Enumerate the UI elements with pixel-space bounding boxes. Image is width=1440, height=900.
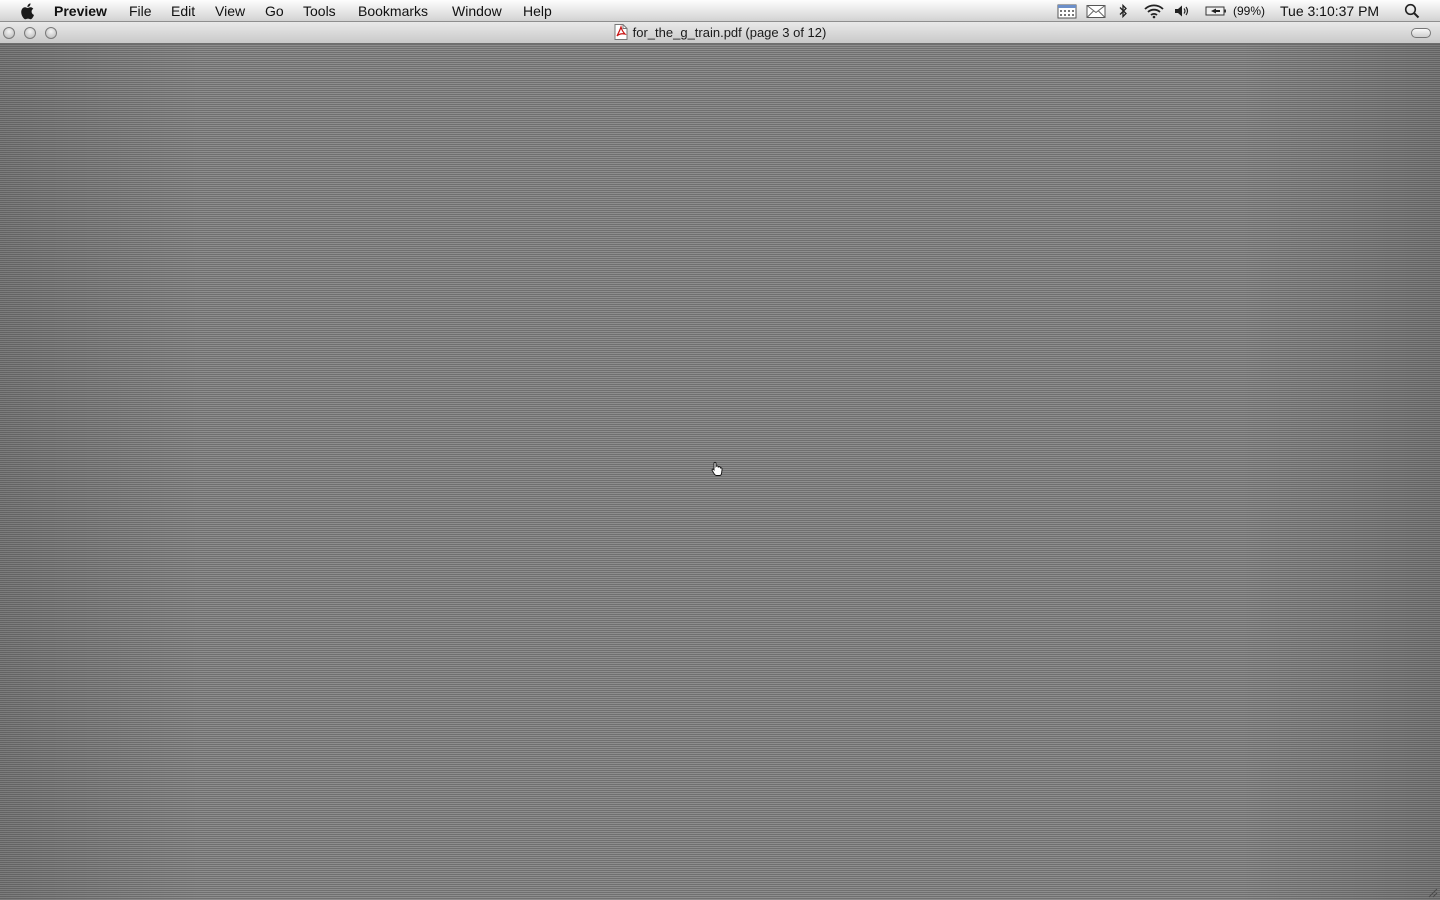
spotlight-search-icon[interactable] — [1404, 3, 1420, 19]
menubar-clock[interactable]: Tue 3:10:37 PM — [1280, 3, 1379, 19]
window-title-text: for_the_g_train.pdf (page 3 of 12) — [632, 25, 827, 40]
battery-percentage: (99%) — [1233, 4, 1266, 18]
menu-bar: Preview File Edit View Go Tools Bookmark… — [0, 0, 1440, 22]
hand-cursor-icon — [711, 461, 723, 476]
document-view[interactable] — [0, 44, 1440, 900]
menu-tools[interactable]: Tools — [303, 3, 336, 19]
menu-go[interactable]: Go — [265, 3, 284, 19]
menu-bookmarks[interactable]: Bookmarks — [358, 3, 428, 19]
bluetooth-icon[interactable] — [1117, 3, 1129, 19]
menu-app-preview[interactable]: Preview — [54, 3, 107, 19]
menu-edit[interactable]: Edit — [171, 3, 195, 19]
resize-grip-icon[interactable] — [1426, 886, 1438, 898]
volume-icon[interactable] — [1174, 3, 1190, 19]
battery-icon[interactable] — [1205, 3, 1227, 19]
menu-help[interactable]: Help — [523, 3, 552, 19]
menu-file[interactable]: File — [129, 3, 152, 19]
calendar-icon[interactable] — [1057, 3, 1077, 19]
window-title-bar[interactable]: for_the_g_train.pdf (page 3 of 12) — [0, 22, 1440, 44]
menu-view[interactable]: View — [215, 3, 245, 19]
apple-icon[interactable] — [19, 2, 37, 20]
wifi-icon[interactable] — [1143, 3, 1165, 19]
mail-icon[interactable] — [1086, 3, 1106, 19]
pdf-document-icon[interactable] — [614, 24, 628, 40]
menu-window[interactable]: Window — [452, 3, 502, 19]
window-title: for_the_g_train.pdf (page 3 of 12) — [0, 22, 1440, 44]
toolbar-toggle-button[interactable] — [1411, 28, 1431, 38]
